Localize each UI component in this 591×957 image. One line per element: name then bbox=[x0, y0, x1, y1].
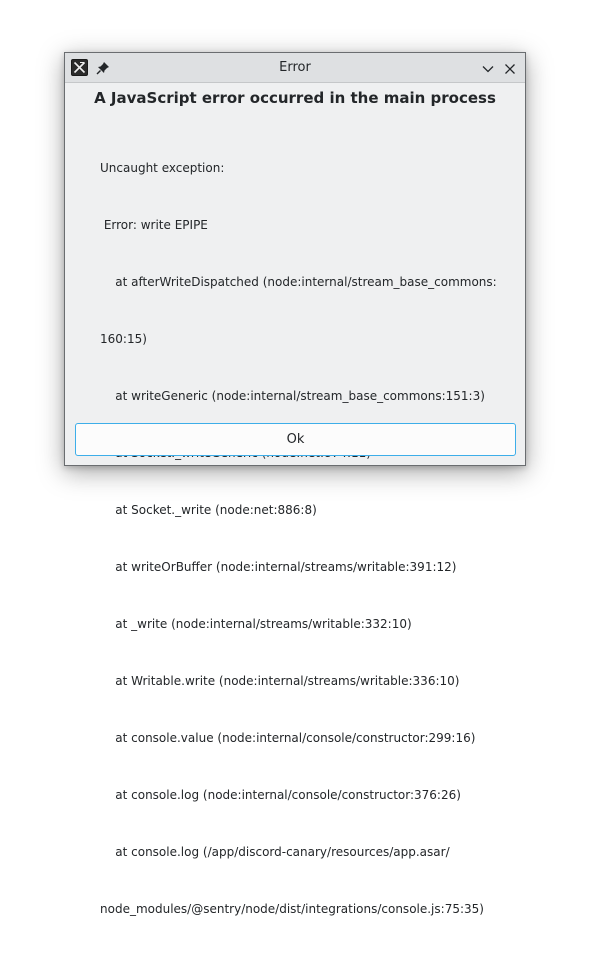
error-message: Uncaught exception: Error: write EPIPE a… bbox=[100, 121, 500, 957]
message-line: 160:15) bbox=[100, 332, 147, 346]
close-icon[interactable] bbox=[503, 61, 517, 75]
message-line: at writeOrBuffer (node:internal/streams/… bbox=[100, 560, 457, 574]
message-line: at console.log (node:internal/console/co… bbox=[100, 788, 461, 802]
message-line: at _write (node:internal/streams/writabl… bbox=[100, 617, 412, 631]
message-line: at afterWriteDispatched (node:internal/s… bbox=[100, 275, 497, 289]
error-dialog: Error A JavaScript error occurred in the… bbox=[64, 52, 526, 916]
message-line: at console.value (node:internal/console/… bbox=[100, 731, 476, 745]
message-line: at console.log (/app/discord-canary/reso… bbox=[100, 845, 450, 859]
message-line: Uncaught exception: bbox=[100, 161, 225, 175]
chevron-down-icon[interactable] bbox=[481, 61, 495, 75]
ok-button[interactable]: Ok bbox=[75, 423, 516, 456]
dialog-heading: A JavaScript error occurred in the main … bbox=[94, 89, 496, 107]
message-line: at writeGeneric (node:internal/stream_ba… bbox=[100, 389, 485, 403]
message-line: Error: write EPIPE bbox=[100, 218, 208, 232]
window-title: Error bbox=[279, 60, 311, 75]
title-bar[interactable]: Error bbox=[65, 53, 525, 83]
message-line: node_modules/@sentry/node/dist/integrati… bbox=[100, 902, 484, 916]
message-line: at Socket._write (node:net:886:8) bbox=[100, 503, 317, 517]
message-line: at Writable.write (node:internal/streams… bbox=[100, 674, 460, 688]
